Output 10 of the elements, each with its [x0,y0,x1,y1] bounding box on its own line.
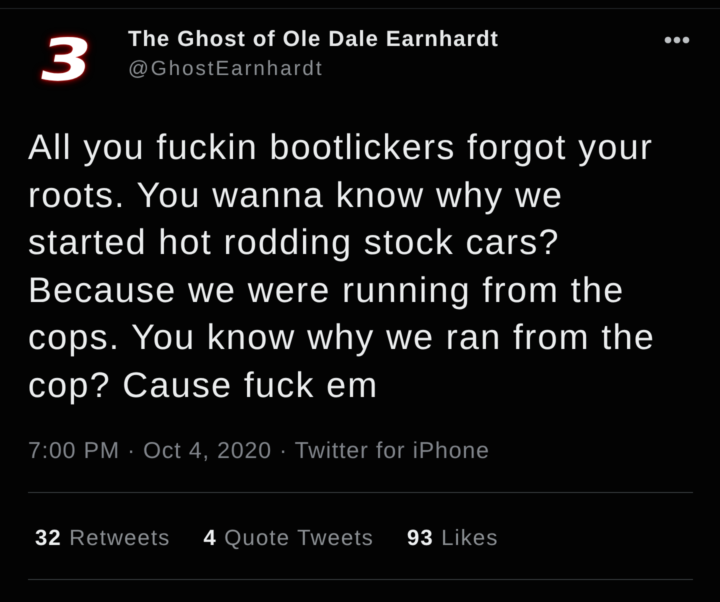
author-handle[interactable]: @GhostEarnhardt [128,55,664,83]
more-button[interactable] [664,36,690,44]
stat-link[interactable]: 4 Quote Tweets [204,523,374,553]
more-icon [664,36,690,44]
tweet-timestamp: 7:00 PM · Oct 4, 2020 · Twitter for iPhone [28,436,491,465]
stat-link[interactable]: 93 Likes [407,523,499,553]
avatar-logo[interactable]: 3 [17,34,115,86]
stat-link[interactable]: 32 Retweets [35,523,170,553]
author-name[interactable]: The Ghost of Ole Dale Earnhardt [128,25,664,52]
tweet-text: All you fuckin bootlickers forgot your roots. You wanna know why we started hot rodding stock cars? Because we were running from the cops. You know why we ran from the cop? Cause fuck em [28,126,656,406]
